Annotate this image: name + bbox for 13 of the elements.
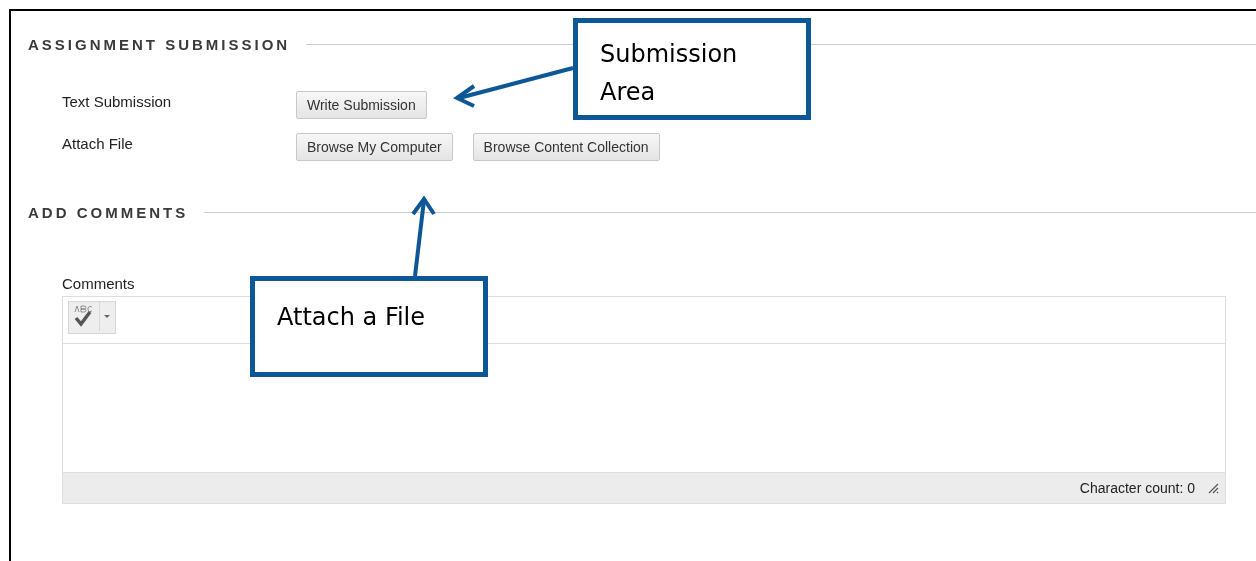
field-label: Comments [62, 275, 136, 292]
action-button[interactable]: Browse Content Collection [472, 133, 660, 161]
section-heading: ASSIGNMENT SUBMISSION [28, 35, 291, 53]
spellcheck-button[interactable] [68, 301, 116, 334]
field-label: Text Submission [62, 92, 173, 110]
section-heading: ADD COMMENTS [28, 203, 189, 221]
character-count: Character count: 0 [1079, 480, 1195, 496]
callout-box: Attach a File [250, 276, 488, 377]
action-button[interactable]: Browse My Computer [296, 133, 453, 161]
action-button[interactable]: Write Submission [296, 91, 427, 119]
callout-box: Submission Area [573, 18, 811, 120]
resize-handle-icon[interactable] [1207, 482, 1219, 494]
field-label: Attach File [62, 134, 134, 152]
